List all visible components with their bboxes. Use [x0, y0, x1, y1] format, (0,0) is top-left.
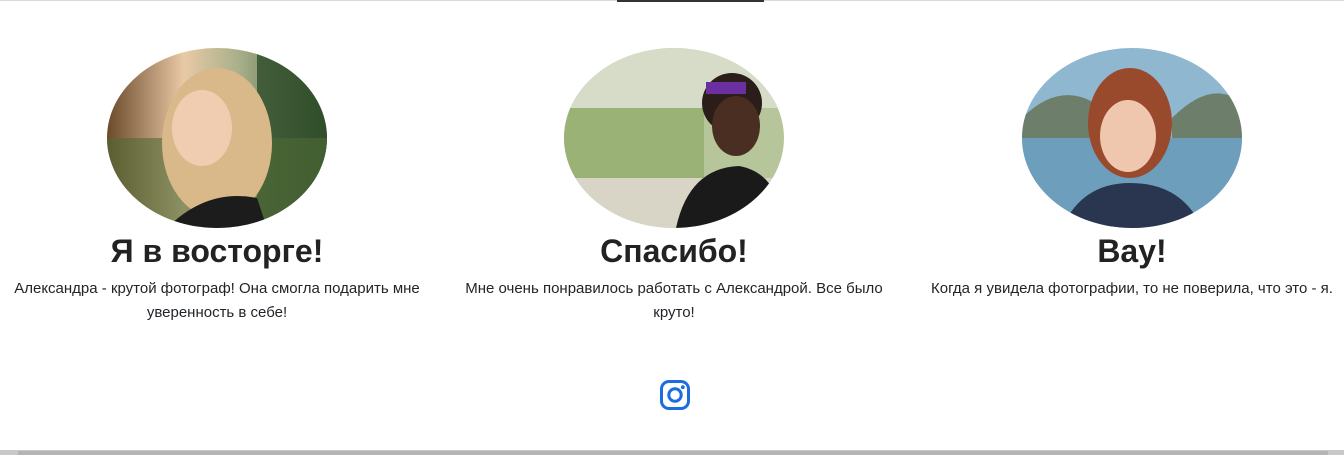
testimonial-photo — [1022, 48, 1242, 228]
testimonial-text: Когда я увидела фотографии, то не повери… — [931, 280, 1333, 297]
top-tab-indicator — [617, 0, 764, 2]
portrait-blonde-woman-icon — [107, 48, 327, 228]
portrait-redhead-woman-icon — [1022, 48, 1242, 228]
portrait-smiling-woman-icon — [564, 48, 784, 228]
testimonial-title: Спасибо! — [600, 233, 748, 269]
testimonial-card: Спасибо! Мне очень понравилось работать … — [454, 48, 894, 325]
testimonial-title: Я в восторге! — [110, 233, 324, 269]
testimonial-title: Вау! — [1097, 233, 1167, 269]
testimonial-card: Я в восторге! Александра - крутой фотогр… — [0, 48, 437, 325]
testimonial-text: Александра - крутой фотограф! Она смогла… — [14, 280, 420, 321]
horizontal-scrollbar[interactable] — [0, 450, 1344, 455]
testimonial-photo — [564, 48, 784, 228]
scrollbar-thumb[interactable] — [18, 451, 1328, 455]
testimonial-photo — [107, 48, 327, 228]
instagram-icon[interactable] — [659, 379, 691, 411]
testimonial-text: Мне очень понравилось работать с Алексан… — [465, 280, 883, 321]
testimonial-card: Вау! Когда я увидела фотографии, то не п… — [912, 48, 1344, 301]
